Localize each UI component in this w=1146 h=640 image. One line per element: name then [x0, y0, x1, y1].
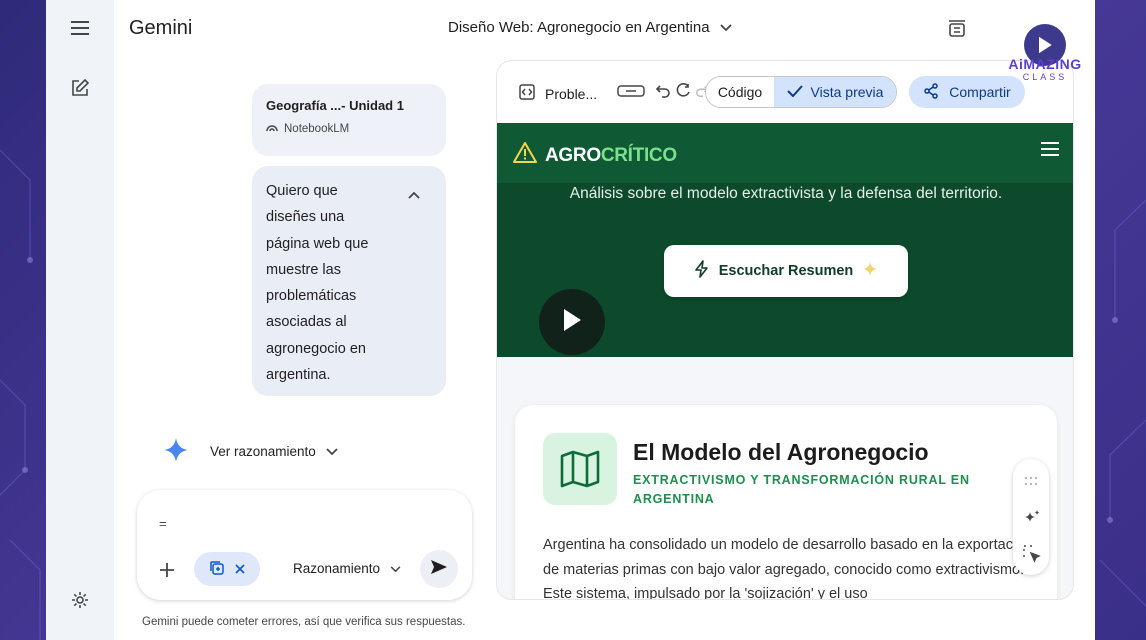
plus-icon[interactable] — [159, 558, 175, 584]
send-button[interactable] — [420, 550, 458, 588]
warning-icon — [513, 142, 537, 169]
undo-icon[interactable] — [655, 83, 671, 104]
play-icon — [562, 308, 582, 337]
settings-icon[interactable] — [68, 588, 92, 612]
prompt-input[interactable]: = — [159, 516, 167, 531]
hamburger-icon[interactable] — [1041, 141, 1059, 162]
chevron-down-icon — [390, 561, 401, 576]
menu-icon[interactable] — [68, 16, 92, 40]
logo-part-1: AGRO — [545, 144, 601, 166]
undo-redo-group — [655, 83, 709, 104]
tab-preview-label: Vista previa — [810, 84, 884, 100]
reasoning-row[interactable]: Ver razonamiento — [164, 438, 338, 465]
canvas-doc-title-text: Proble... — [545, 85, 598, 102]
check-icon — [786, 84, 803, 100]
sparkle-icon — [863, 262, 878, 280]
mode-selector[interactable]: Razonamiento — [293, 561, 401, 576]
video-play-button[interactable] — [539, 289, 605, 355]
section-title: El Modelo del Agronegocio — [633, 439, 929, 465]
model-section-card: El Modelo del Agronegocio EXTRACTIVISMO … — [515, 405, 1057, 600]
website-preview: AGROCRÍTICO Análisis sobre el modelo ext… — [497, 123, 1073, 600]
tab-code[interactable]: Código — [706, 77, 774, 107]
share-icon — [923, 82, 939, 102]
sparkle-icon — [164, 438, 188, 465]
gemini-app-window: Gemini Diseño Web: Agronegocio en Argent… — [46, 0, 1095, 640]
redo-icon[interactable] — [675, 83, 691, 104]
canvas-toolbar: Proble... Código Vista previa Compartir — [497, 61, 1073, 123]
listen-summary-label: Escuchar Resumen — [718, 263, 854, 279]
prompt-composer: = Razonamiento — [137, 490, 472, 600]
watermark-logo: AiMAZING CLASS — [994, 6, 1096, 90]
magic-edit-icon[interactable] — [1023, 509, 1041, 532]
hero-subtitle: Análisis sobre el modelo extractivista y… — [569, 185, 1003, 202]
mode-label: Razonamiento — [293, 561, 381, 576]
section-kicker: EXTRACTIVISMO Y TRANSFORMACIÓN RURAL EN … — [633, 473, 970, 506]
archive-icon[interactable] — [948, 18, 966, 43]
attached-files-chip[interactable] — [194, 552, 260, 586]
tab-preview[interactable]: Vista previa — [774, 77, 896, 107]
reasoning-label: Ver razonamiento — [210, 444, 316, 459]
section-body: Argentina ha consolidado un modelo de de… — [543, 537, 1033, 600]
logo-part-2: CRÍTICO — [600, 144, 677, 166]
toggle-icon[interactable] — [617, 83, 645, 104]
canvas-doc-title[interactable]: Proble... — [519, 84, 597, 103]
brand-title: Gemini — [129, 17, 193, 39]
new-chat-icon[interactable] — [68, 76, 92, 100]
code-icon — [519, 84, 535, 103]
chevron-down-icon — [326, 444, 338, 459]
notebooklm-icon — [266, 123, 278, 135]
conversation-title[interactable]: Diseño Web: Agronegocio en Argentina — [448, 19, 732, 36]
chevron-down-icon — [719, 19, 732, 36]
select-icon[interactable] — [1023, 545, 1041, 568]
source-card-title: Geografía ...- Unidad 1 — [266, 98, 404, 113]
send-icon — [430, 559, 448, 580]
source-card-origin: NotebookLM — [266, 123, 432, 135]
source-card[interactable]: Geografía ...- Unidad 1 NotebookLM — [252, 84, 446, 156]
floating-tools — [1013, 459, 1049, 575]
user-prompt-bubble: Quiero que diseñes una página web que mu… — [252, 166, 446, 396]
bolt-icon — [694, 260, 709, 282]
site-navbar: AGROCRÍTICO — [497, 123, 1073, 183]
site-logo[interactable]: AGROCRÍTICO — [513, 142, 677, 169]
conversation-title-text: Diseño Web: Agronegocio en Argentina — [448, 19, 710, 36]
collapse-icon[interactable] — [408, 186, 420, 204]
user-prompt-text: Quiero que diseñes una página web que mu… — [266, 183, 369, 384]
files-icon — [209, 560, 225, 579]
disclaimer-text: Gemini puede cometer errores, así que ve… — [142, 616, 466, 628]
side-rail — [46, 0, 114, 640]
canvas-panel: Proble... Código Vista previa Compartir … — [496, 60, 1074, 600]
site-hero: Análisis sobre el modelo extractivista y… — [497, 183, 1073, 357]
watermark-name: AiMAZING — [1008, 56, 1082, 72]
watermark-sub: CLASS — [1022, 72, 1068, 82]
source-card-source: NotebookLM — [284, 123, 350, 135]
close-icon[interactable] — [235, 561, 245, 577]
map-icon — [543, 433, 617, 505]
grid-icon[interactable] — [1023, 473, 1039, 491]
view-toggle: Código Vista previa — [705, 76, 897, 108]
listen-summary-button[interactable]: Escuchar Resumen — [664, 245, 908, 297]
